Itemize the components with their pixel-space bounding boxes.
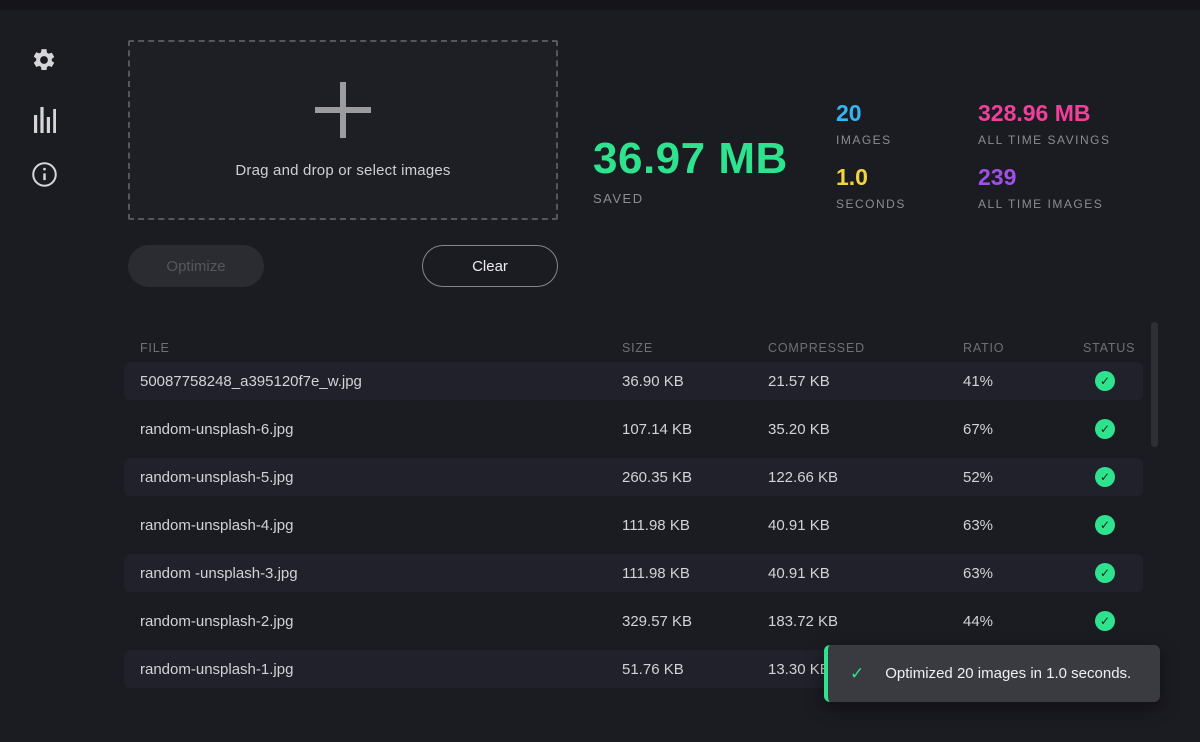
compressed-cell: 183.72 KB — [768, 613, 963, 630]
stats-column-alltime: 328.96 MB ALL TIME SAVINGS 239 ALL TIME … — [978, 100, 1110, 228]
alltime-savings-label: ALL TIME SAVINGS — [978, 133, 1110, 147]
column-header-size: SIZE — [622, 341, 768, 355]
stat-saved: 36.97 MB SAVED — [593, 134, 788, 206]
size-cell: 260.35 KB — [622, 469, 768, 486]
file-cell: random-unsplash-6.jpg — [140, 421, 622, 438]
table-row: random-unsplash-5.jpg 260.35 KB 122.66 K… — [124, 458, 1143, 496]
compressed-cell: 21.57 KB — [768, 373, 963, 390]
file-cell: random-unsplash-4.jpg — [140, 517, 622, 534]
alltime-images-value: 239 — [978, 164, 1110, 190]
status-cell: ✓ — [1083, 467, 1127, 487]
seconds-label: SECONDS — [836, 197, 906, 211]
saved-label: SAVED — [593, 191, 788, 206]
scrollbar-thumb[interactable] — [1151, 322, 1158, 447]
alltime-images-label: ALL TIME IMAGES — [978, 197, 1110, 211]
toast-notification: ✓ Optimized 20 images in 1.0 seconds. — [824, 645, 1160, 702]
size-cell: 111.98 KB — [622, 565, 768, 582]
images-label: IMAGES — [836, 133, 906, 147]
status-success-icon: ✓ — [1095, 419, 1115, 439]
stats-column-session: 20 IMAGES 1.0 SECONDS — [836, 100, 906, 228]
status-success-icon: ✓ — [1095, 611, 1115, 631]
column-header-compressed: COMPRESSED — [768, 341, 963, 355]
file-cell: 50087758248_a395120f7e_w.jpg — [140, 373, 622, 390]
table-row: random-unsplash-2.jpg 329.57 KB 183.72 K… — [124, 602, 1143, 640]
ratio-cell: 63% — [963, 517, 1083, 534]
check-icon: ✓ — [850, 664, 864, 684]
ratio-cell: 44% — [963, 613, 1083, 630]
optimize-button[interactable]: Optimize — [128, 245, 264, 287]
status-cell: ✓ — [1083, 371, 1127, 391]
stat-alltime-savings: 328.96 MB ALL TIME SAVINGS — [978, 100, 1110, 147]
table-row: random-unsplash-4.jpg 111.98 KB 40.91 KB… — [124, 506, 1143, 544]
ratio-cell: 63% — [963, 565, 1083, 582]
table-body: 50087758248_a395120f7e_w.jpg 36.90 KB 21… — [124, 362, 1143, 688]
dropzone-label: Drag and drop or select images — [235, 162, 450, 179]
status-success-icon: ✓ — [1095, 563, 1115, 583]
size-cell: 51.76 KB — [622, 661, 768, 678]
table-row: 50087758248_a395120f7e_w.jpg 36.90 KB 21… — [124, 362, 1143, 400]
sidebar — [0, 10, 90, 742]
seconds-value: 1.0 — [836, 164, 906, 190]
column-header-status: STATUS — [1083, 341, 1135, 355]
stat-seconds: 1.0 SECONDS — [836, 164, 906, 211]
size-cell: 36.90 KB — [622, 373, 768, 390]
table-header: FILE SIZE COMPRESSED RATIO STATUS — [124, 334, 1143, 362]
column-header-file: FILE — [140, 341, 622, 355]
column-header-ratio: RATIO — [963, 341, 1083, 355]
file-cell: random-unsplash-1.jpg — [140, 661, 622, 678]
file-cell: random-unsplash-2.jpg — [140, 613, 622, 630]
stat-images: 20 IMAGES — [836, 100, 906, 147]
size-cell: 111.98 KB — [622, 517, 768, 534]
file-cell: random-unsplash-5.jpg — [140, 469, 622, 486]
ratio-cell: 67% — [963, 421, 1083, 438]
table-row: random-unsplash-6.jpg 107.14 KB 35.20 KB… — [124, 410, 1143, 448]
compressed-cell: 40.91 KB — [768, 517, 963, 534]
file-cell: random -unsplash-3.jpg — [140, 565, 622, 582]
size-cell: 107.14 KB — [622, 421, 768, 438]
status-success-icon: ✓ — [1095, 371, 1115, 391]
compressed-cell: 40.91 KB — [768, 565, 963, 582]
size-cell: 329.57 KB — [622, 613, 768, 630]
titlebar — [0, 0, 1200, 10]
gear-icon — [31, 47, 57, 73]
status-success-icon: ✓ — [1095, 515, 1115, 535]
saved-value: 36.97 MB — [593, 134, 788, 184]
bar-chart-icon — [32, 103, 56, 133]
info-icon — [31, 161, 58, 188]
status-success-icon: ✓ — [1095, 467, 1115, 487]
app-window: Drag and drop or select images Optimize … — [0, 0, 1200, 742]
table-row: random -unsplash-3.jpg 111.98 KB 40.91 K… — [124, 554, 1143, 592]
compressed-cell: 35.20 KB — [768, 421, 963, 438]
compressed-cell: 122.66 KB — [768, 469, 963, 486]
status-cell: ✓ — [1083, 611, 1127, 631]
plus-icon — [315, 82, 371, 138]
sidebar-item-stats[interactable] — [30, 104, 58, 132]
images-value: 20 — [836, 100, 906, 126]
toast-message: Optimized 20 images in 1.0 seconds. — [885, 665, 1131, 682]
results-table: FILE SIZE COMPRESSED RATIO STATUS 500877… — [124, 334, 1143, 698]
dropzone[interactable]: Drag and drop or select images — [128, 40, 558, 220]
sidebar-item-info[interactable] — [30, 160, 58, 188]
status-cell: ✓ — [1083, 419, 1127, 439]
status-cell: ✓ — [1083, 515, 1127, 535]
clear-button[interactable]: Clear — [422, 245, 558, 287]
ratio-cell: 52% — [963, 469, 1083, 486]
sidebar-item-settings[interactable] — [30, 46, 58, 74]
ratio-cell: 41% — [963, 373, 1083, 390]
stat-alltime-images: 239 ALL TIME IMAGES — [978, 164, 1110, 211]
status-cell: ✓ — [1083, 563, 1127, 583]
alltime-savings-value: 328.96 MB — [978, 100, 1110, 126]
